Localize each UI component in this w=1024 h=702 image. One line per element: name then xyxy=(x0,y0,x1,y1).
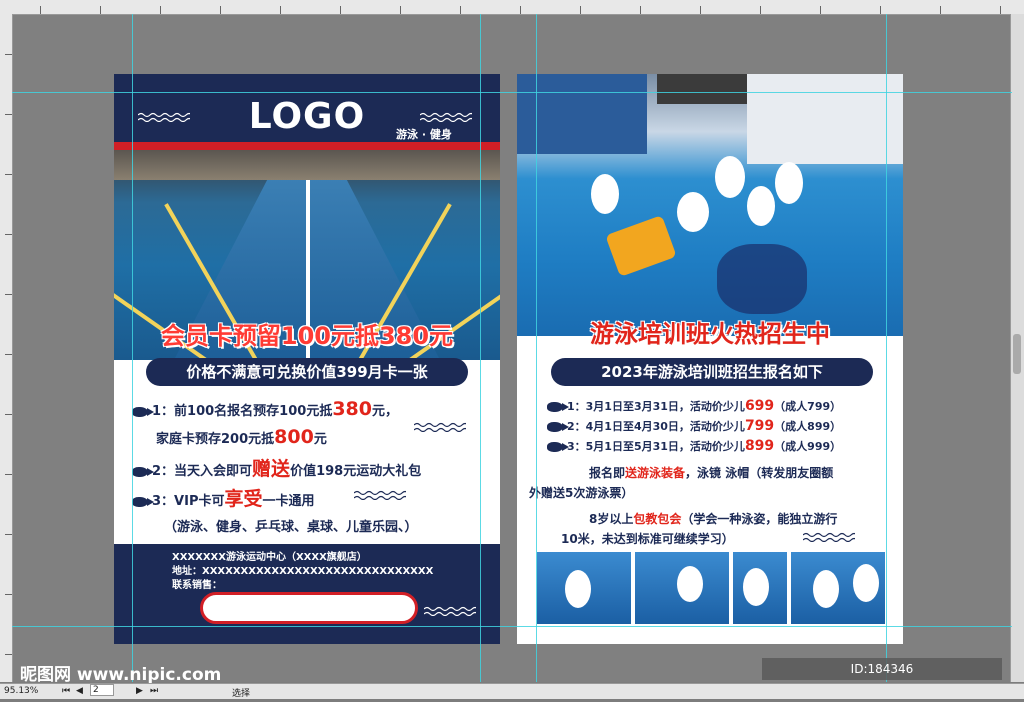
blurred-face xyxy=(565,570,591,608)
right-flyer[interactable]: 游泳培训班火热招生中 2023年游泳培训班招生报名如下 1：3月1日至3月31日… xyxy=(517,74,903,644)
blurred-face xyxy=(853,564,879,602)
blurred-face xyxy=(813,570,839,608)
offer-item-2: 2：当天入会即可赠送价值198元运动大礼包 xyxy=(132,454,421,481)
wave-icon xyxy=(414,422,466,432)
logo-subtitle: 游泳 · 健身 xyxy=(396,128,452,141)
kids-pool-photo xyxy=(517,74,903,336)
guarantee-note: 8岁以上包教包会（学会一种泳姿，能独立游行 xyxy=(589,512,838,526)
status-bar: 95.13% ⏮ ◀ 2 ▶ ⏭ 选择 xyxy=(0,683,1024,699)
schedule-item-3: 3：5月1日至5月31日，活动价少儿899（成人999） xyxy=(547,438,841,454)
wave-icon xyxy=(424,606,476,616)
guide-line[interactable] xyxy=(886,14,887,682)
wave-icon xyxy=(420,112,472,122)
schedule-item-1: 1：3月1日至3月31日，活动价少儿699（成人799） xyxy=(547,398,841,414)
fish-icon xyxy=(547,402,569,412)
contact-footer: XXXXXXX游泳运动中心（XXXX旗舰店） 地址：XXXXXXXXXXXXXX… xyxy=(114,544,500,644)
fish-icon xyxy=(547,442,569,452)
guide-line[interactable] xyxy=(480,14,481,682)
offer-item-1-line2: 家庭卡预存200元抵800元 xyxy=(156,426,327,448)
fish-icon xyxy=(132,466,154,477)
center-name: XXXXXXX游泳运动中心（XXXX旗舰店） xyxy=(172,552,367,563)
next-page-icon[interactable]: ▶ xyxy=(136,686,143,696)
guarantee-note-line2: 10米，未达到标准可继续学习） xyxy=(561,532,734,546)
offer-pill: 价格不满意可兑换价值399月卡一张 xyxy=(146,358,468,386)
blurred-face xyxy=(677,192,709,232)
schedule-item-2: 2：4月1日至4月30日，活动价少儿799（成人899） xyxy=(547,418,841,434)
guide-line[interactable] xyxy=(132,14,133,682)
promo-headline: 会员卡预留100元抵380元 xyxy=(160,322,454,350)
vertical-scrollbar[interactable] xyxy=(1010,14,1024,682)
blurred-face xyxy=(747,186,775,226)
left-flyer[interactable]: LOGO 游泳 · 健身 会员卡预留100元抵380元 价格不满意可兑换价值39… xyxy=(114,74,500,644)
last-page-icon[interactable]: ⏭ xyxy=(150,686,158,696)
tool-mode: 选择 xyxy=(232,689,251,699)
offer-item-3-line2: （游泳、健身、乒乓球、桌球、儿童乐园、） xyxy=(164,520,418,535)
fish-icon xyxy=(132,406,154,417)
blurred-face xyxy=(715,156,745,198)
red-stripe xyxy=(114,142,500,150)
prev-page-icon[interactable]: ◀ xyxy=(76,686,83,696)
fish-icon xyxy=(547,422,569,432)
contact-field[interactable] xyxy=(200,592,418,624)
thumbnail-photo xyxy=(791,552,885,624)
equipment-note-line2: 外赠送5次游泳票） xyxy=(529,486,634,500)
sales-contact: 联系销售： xyxy=(172,580,222,591)
blurred-face xyxy=(743,568,769,606)
offer-item-3: 3：VIP卡可享受一卡通用 xyxy=(132,484,315,511)
blurred-face xyxy=(775,162,803,204)
left-ruler[interactable] xyxy=(0,14,13,682)
scroll-thumb[interactable] xyxy=(1013,334,1021,374)
thumbnail-photo xyxy=(537,552,631,624)
guide-line[interactable] xyxy=(12,92,1012,93)
page-number-field[interactable]: 2 xyxy=(90,684,114,696)
watermark: 昵图网 www.nipic.com xyxy=(20,665,222,685)
wave-icon xyxy=(354,490,406,500)
blurred-face xyxy=(591,174,619,214)
enroll-pill: 2023年游泳培训班招生报名如下 xyxy=(551,358,873,386)
equipment-note: 报名即送游泳装备，泳镜 泳帽（转发朋友圈额 xyxy=(589,466,834,480)
blurred-face xyxy=(677,566,703,602)
image-id-tag: ID:184346 NO:20260806224102337124 xyxy=(762,658,1002,698)
fish-icon xyxy=(132,496,154,507)
zoom-level[interactable]: 95.13% xyxy=(4,686,38,696)
guide-line[interactable] xyxy=(12,626,1012,627)
headline: 游泳培训班火热招生中 xyxy=(590,320,830,348)
address: 地址：XXXXXXXXXXXXXXXXXXXXXXXXXXXXXX xyxy=(172,566,434,577)
guide-line[interactable] xyxy=(536,14,537,682)
thumbnail-photo xyxy=(733,552,787,624)
top-ruler[interactable] xyxy=(0,0,1024,15)
wave-icon xyxy=(803,532,855,542)
thumbnail-photo xyxy=(635,552,729,624)
first-page-icon[interactable]: ⏮ xyxy=(62,686,70,696)
offer-item-1: 1：前100名报名预存100元抵380元， xyxy=(132,398,398,420)
